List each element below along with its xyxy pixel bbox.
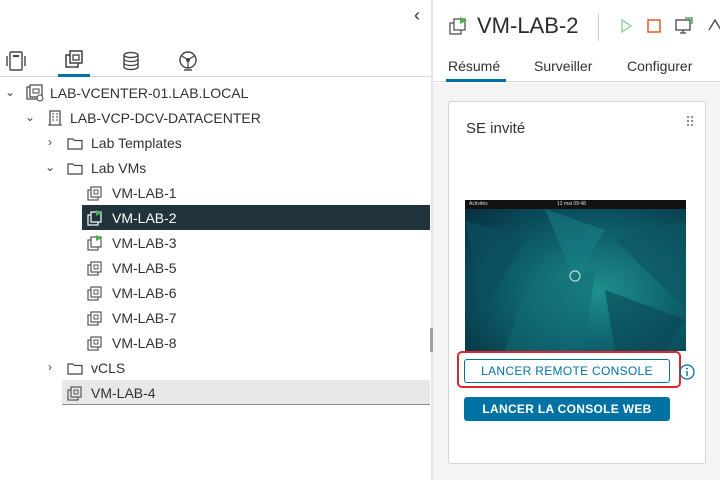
vm-off-icon (86, 259, 104, 277)
tree-node-label: VM-LAB-1 (112, 185, 177, 201)
vm-on-icon (86, 209, 104, 227)
tree-node-vm[interactable]: VM-LAB-1 (0, 180, 431, 205)
tab-configurer[interactable]: Configurer (627, 58, 692, 74)
storage-icon[interactable] (115, 44, 147, 77)
active-tab-indicator (446, 79, 506, 82)
tree-node-label: VM-LAB-7 (112, 310, 177, 326)
tree-node-label: Lab VMs (91, 160, 147, 176)
chevron-down-icon[interactable]: ⌄ (3, 84, 17, 100)
inventory-view-tabs (0, 44, 431, 77)
tree-node-label: VM-LAB-2 (112, 210, 177, 226)
tree-node-vm-selected[interactable]: VM-LAB-2 (0, 205, 431, 230)
vm-off-icon (66, 384, 84, 402)
chevron-right-icon[interactable]: › (43, 134, 57, 150)
chevron-left-icon[interactable]: ‹ (407, 4, 427, 26)
tree-node-vm-hovered[interactable]: VM-LAB-4 (0, 380, 431, 405)
object-detail-panel: VM-LAB-2 Résumé Surveiller Configurer SE… (433, 0, 720, 480)
tree-node-vm[interactable]: VM-LAB-3 (0, 230, 431, 255)
vm-title: VM-LAB-2 (477, 13, 579, 38)
vm-off-icon (86, 334, 104, 352)
power-on-icon[interactable] (616, 16, 636, 36)
vcenter-icon (26, 84, 44, 102)
vm-on-icon (86, 234, 104, 252)
guest-os-card: SE invité ⠿ Activités 12 mai 09:48 LANCE… (448, 101, 706, 464)
tree-node-vm[interactable]: VM-LAB-5 (0, 255, 431, 280)
console-thumbnail[interactable]: Activités 12 mai 09:48 (465, 200, 686, 351)
tree-node-label: VM-LAB-4 (91, 385, 156, 401)
guest-wallpaper (465, 209, 686, 351)
summary-content: SE invité ⠿ Activités 12 mai 09:48 LANCE… (433, 83, 720, 480)
vm-off-icon (86, 284, 104, 302)
vm-on-icon (448, 16, 468, 36)
launch-web-console-button[interactable]: LANCER LA CONSOLE WEB (464, 397, 670, 421)
tab-resume[interactable]: Résumé (448, 58, 500, 74)
tree-node-vcenter[interactable]: ⌄ LAB-VCENTER-01.LAB.LOCAL (0, 80, 431, 105)
tree-node-label: vCLS (91, 360, 126, 376)
tree-node-vm[interactable]: VM-LAB-6 (0, 280, 431, 305)
vms-templates-icon[interactable] (58, 44, 90, 77)
migrate-icon[interactable] (705, 16, 720, 36)
vm-off-icon (86, 309, 104, 327)
tree-node-label: LAB-VCP-DCV-DATACENTER (70, 110, 261, 126)
open-console-icon[interactable] (674, 16, 694, 36)
hosts-clusters-icon[interactable] (0, 44, 32, 77)
tree-node-label: VM-LAB-3 (112, 235, 177, 251)
tree-node-vcls[interactable]: › vCLS (0, 355, 431, 380)
vsphere-client: ‹ ⌄ LAB-VCENTER-01.LAB.LOCAL ⌄ LAB-VCP-D… (0, 0, 720, 480)
inventory-navigator: ‹ ⌄ LAB-VCENTER-01.LAB.LOCAL ⌄ LAB-VCP-D… (0, 0, 431, 480)
tab-surveiller[interactable]: Surveiller (534, 58, 592, 74)
tree-node-label: VM-LAB-8 (112, 335, 177, 351)
tree-node-label: VM-LAB-6 (112, 285, 177, 301)
folder-icon (66, 159, 84, 177)
chevron-down-icon[interactable]: ⌄ (23, 109, 37, 125)
tree-node-lab-templates[interactable]: › Lab Templates (0, 130, 431, 155)
tree-node-label: VM-LAB-5 (112, 260, 177, 276)
tree-node-datacenter[interactable]: ⌄ LAB-VCP-DCV-DATACENTER (0, 105, 431, 130)
networking-icon[interactable] (172, 44, 204, 77)
folder-icon (66, 359, 84, 377)
power-off-icon[interactable] (644, 16, 664, 36)
vm-off-icon (86, 184, 104, 202)
chevron-down-icon[interactable]: ⌄ (43, 159, 57, 175)
info-circle-icon[interactable] (679, 364, 695, 380)
datacenter-icon (46, 109, 64, 127)
tree-node-vm[interactable]: VM-LAB-7 (0, 305, 431, 330)
title-divider (598, 13, 599, 41)
drag-handle-icon[interactable]: ⠿ (685, 114, 695, 131)
tree-node-vm[interactable]: VM-LAB-8 (0, 330, 431, 355)
tree-node-label: Lab Templates (91, 135, 182, 151)
chevron-right-icon[interactable]: › (43, 359, 57, 375)
card-title: SE invité (466, 120, 526, 137)
tree-node-label: LAB-VCENTER-01.LAB.LOCAL (50, 85, 249, 101)
launch-remote-console-button[interactable]: LANCER REMOTE CONSOLE (464, 359, 670, 383)
tree-node-lab-vms[interactable]: ⌄ Lab VMs (0, 155, 431, 180)
folder-icon (66, 134, 84, 152)
object-tabs: Résumé Surveiller Configurer (433, 56, 720, 82)
